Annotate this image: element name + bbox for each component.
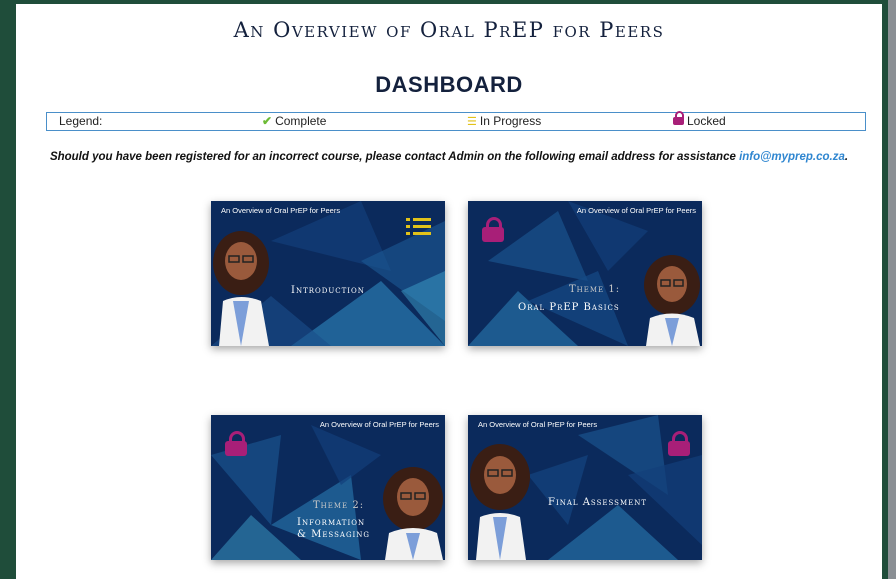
- card-course-tag: An Overview of Oral PrEP for Peers: [478, 420, 598, 429]
- in-progress-icon: [406, 218, 431, 235]
- module-title: Final Assessment: [548, 497, 648, 508]
- legend-locked: Locked: [673, 111, 726, 128]
- notice-suffix: .: [844, 151, 849, 163]
- module-card-theme-1[interactable]: An Overview of Oral PrEP for Peers Theme…: [468, 201, 702, 346]
- module-title-line-2: & Messaging: [297, 529, 371, 540]
- registration-notice: Should you have been registered for an i…: [16, 151, 882, 163]
- card-course-tag: An Overview of Oral PrEP for Peers: [319, 420, 439, 429]
- legend-complete: ✔ Complete: [262, 114, 326, 128]
- lock-icon: [225, 431, 247, 456]
- legend-in-progress-label: In Progress: [479, 114, 542, 128]
- legend-bar: Legend: ✔ Complete ☰ In Progress Locked: [46, 111, 866, 131]
- module-card-introduction[interactable]: An Overview of Oral PrEP for Peers Intro…: [211, 201, 445, 346]
- lock-icon: [668, 431, 690, 456]
- character-illustration: [383, 467, 443, 560]
- module-theme: Theme 2:: [313, 500, 365, 511]
- character-illustration: [213, 231, 269, 346]
- module-title: Oral PrEP Basics: [518, 302, 620, 313]
- checkmark-icon: ✔: [262, 114, 273, 128]
- admin-email-link[interactable]: info@myprep.co.za: [739, 151, 845, 163]
- notice-text: Should you have been registered for an i…: [49, 151, 740, 163]
- checklist-icon: ☰: [467, 116, 477, 128]
- legend-in-progress: ☰ In Progress: [467, 114, 541, 128]
- legend-complete-label: Complete: [275, 114, 327, 128]
- dashboard-page: An Overview of Oral PrEP for Peers DASHB…: [16, 4, 882, 579]
- module-title: Information: [297, 517, 366, 528]
- module-theme: Theme 1:: [569, 284, 621, 295]
- lock-icon: [482, 217, 504, 242]
- lock-icon: [673, 111, 684, 125]
- module-card-theme-2[interactable]: An Overview of Oral PrEP for Peers Theme…: [211, 415, 445, 560]
- card-course-tag: An Overview of Oral PrEP for Peers: [221, 206, 341, 215]
- card-course-tag: An Overview of Oral PrEP for Peers: [576, 206, 696, 215]
- module-card-final-assessment[interactable]: An Overview of Oral PrEP for Peers Final…: [468, 415, 702, 560]
- character-illustration: [470, 444, 530, 560]
- legend-locked-label: Locked: [687, 114, 726, 128]
- legend-label: Legend:: [59, 114, 103, 128]
- module-title: Introduction: [291, 285, 365, 296]
- course-title: An Overview of Oral PrEP for Peers: [233, 18, 665, 42]
- character-illustration: [644, 255, 700, 346]
- page-title: DASHBOARD: [375, 72, 523, 97]
